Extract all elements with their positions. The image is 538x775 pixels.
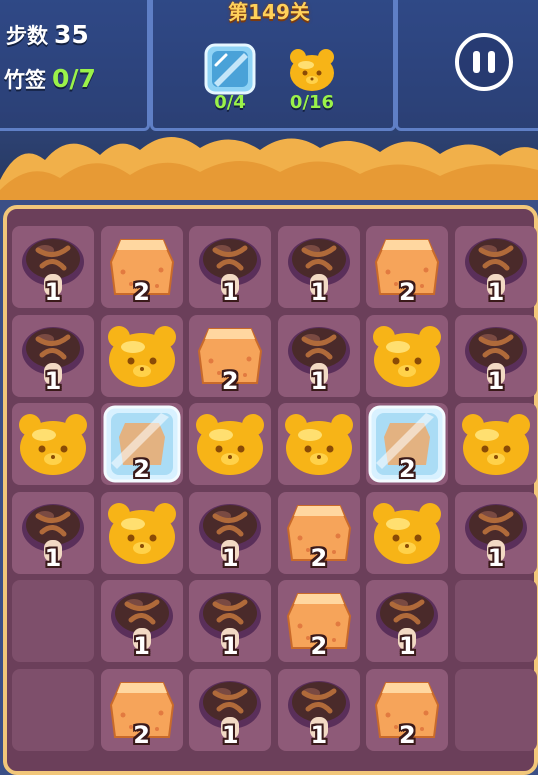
piece-hit-count: 2 (133, 278, 150, 306)
board-cell[interactable] (455, 403, 537, 486)
piece-hit-count: 1 (221, 278, 239, 306)
yellow-bear-jelly-icon (455, 403, 537, 485)
orange-drape (0, 137, 538, 200)
board-cell[interactable]: 1 (277, 669, 360, 751)
board-cell (455, 669, 537, 751)
board-cell[interactable] (12, 403, 94, 486)
board-cell[interactable]: 1 (189, 226, 272, 308)
board-cell[interactable] (100, 314, 183, 397)
board-cell[interactable] (366, 491, 449, 574)
board-cell[interactable]: 2 (366, 669, 449, 751)
board-cell[interactable]: 2 (100, 226, 183, 308)
yellow-bear-jelly-icon (189, 403, 271, 485)
board-cell[interactable]: 2 (100, 403, 183, 486)
bear-goal-count: 0/16 (289, 92, 335, 113)
steps-value: 35 (54, 20, 89, 49)
yellow-bear-jelly-icon (101, 315, 183, 397)
steps-label: 步数 (6, 24, 48, 48)
board-cell[interactable]: 2 (100, 669, 183, 751)
piece-hit-count: 1 (44, 278, 62, 306)
piece-hit-count: 1 (399, 632, 416, 661)
board-cell[interactable]: 1 (100, 580, 183, 663)
piece-hit-count: 1 (487, 278, 505, 306)
board-cell[interactable] (277, 403, 360, 486)
board-cell[interactable]: 1 (455, 491, 537, 574)
piece-hit-count: 2 (133, 721, 150, 749)
board-cell[interactable]: 2 (366, 403, 449, 486)
board-cell[interactable]: 2 (189, 314, 272, 397)
board-cell[interactable] (189, 403, 272, 486)
piece-hit-count: 1 (310, 278, 328, 306)
board-cell (12, 580, 94, 663)
top-hud-area: 第149关 步数 35 竹签 0/7 0/4 0/16 (0, 0, 538, 200)
piece-hit-count: 1 (221, 543, 239, 572)
board-cell[interactable]: 1 (455, 314, 537, 397)
ice-goal-count: 0/4 (214, 92, 246, 113)
board-cell[interactable] (366, 314, 449, 397)
pause-button[interactable] (455, 33, 513, 91)
yellow-bear-jelly-icon (12, 403, 94, 485)
piece-hit-count: 1 (44, 366, 62, 395)
board-cell[interactable]: 1 (277, 226, 360, 308)
board-cell[interactable]: 2 (277, 580, 360, 663)
piece-hit-count: 2 (310, 632, 328, 661)
piece-hit-count: 2 (133, 455, 150, 484)
piece-hit-count: 2 (399, 455, 416, 484)
pause-icon (469, 51, 499, 73)
skewers-value: 0/7 (52, 64, 96, 93)
board-cell[interactable]: 1 (12, 491, 94, 574)
board-cell[interactable] (100, 491, 183, 574)
board-cell[interactable]: 2 (277, 491, 360, 574)
board-cell[interactable]: 1 (189, 669, 272, 751)
yellow-bear-jelly-icon (366, 315, 448, 397)
board-cell[interactable]: 2 (366, 226, 449, 308)
board-cell[interactable]: 1 (189, 491, 272, 574)
board-cell[interactable]: 1 (12, 314, 94, 397)
board-cell (12, 669, 94, 751)
piece-hit-count: 1 (44, 543, 62, 572)
board-cell[interactable]: 1 (12, 226, 94, 308)
skewers-counter: 竹签 0/7 (4, 64, 96, 94)
piece-hit-count: 1 (487, 366, 505, 395)
board-cell[interactable]: 1 (189, 580, 272, 663)
board-cell[interactable]: 1 (455, 226, 537, 308)
yellow-bear-jelly-icon (366, 492, 448, 574)
board-cell[interactable]: 1 (277, 314, 360, 397)
ice-block-icon (204, 43, 256, 95)
piece-hit-count: 2 (399, 721, 416, 749)
piece-hit-count: 1 (487, 543, 505, 572)
skewers-label: 竹签 (4, 68, 46, 92)
piece-hit-count: 1 (221, 721, 239, 749)
piece-hit-count: 1 (310, 366, 328, 395)
board-cell[interactable]: 1 (366, 580, 449, 663)
piece-hit-count: 2 (221, 366, 239, 395)
piece-hit-count: 1 (133, 632, 150, 661)
steps-counter: 步数 35 (6, 20, 89, 50)
board-cell (455, 580, 537, 663)
piece-hit-count: 1 (310, 721, 328, 749)
yellow-bear-jelly-icon (278, 403, 360, 485)
yellow-bear-jelly-icon (286, 43, 338, 95)
piece-hit-count: 2 (310, 543, 328, 572)
yellow-bear-jelly-icon (101, 492, 183, 574)
piece-hit-count: 1 (221, 632, 239, 661)
game-board: 1 2 1 1 2 1 1 2 1 1 2 2 1 1 2 1 1 1 2 1 2 1 1 2 (3, 205, 538, 775)
piece-hit-count: 2 (399, 278, 416, 306)
